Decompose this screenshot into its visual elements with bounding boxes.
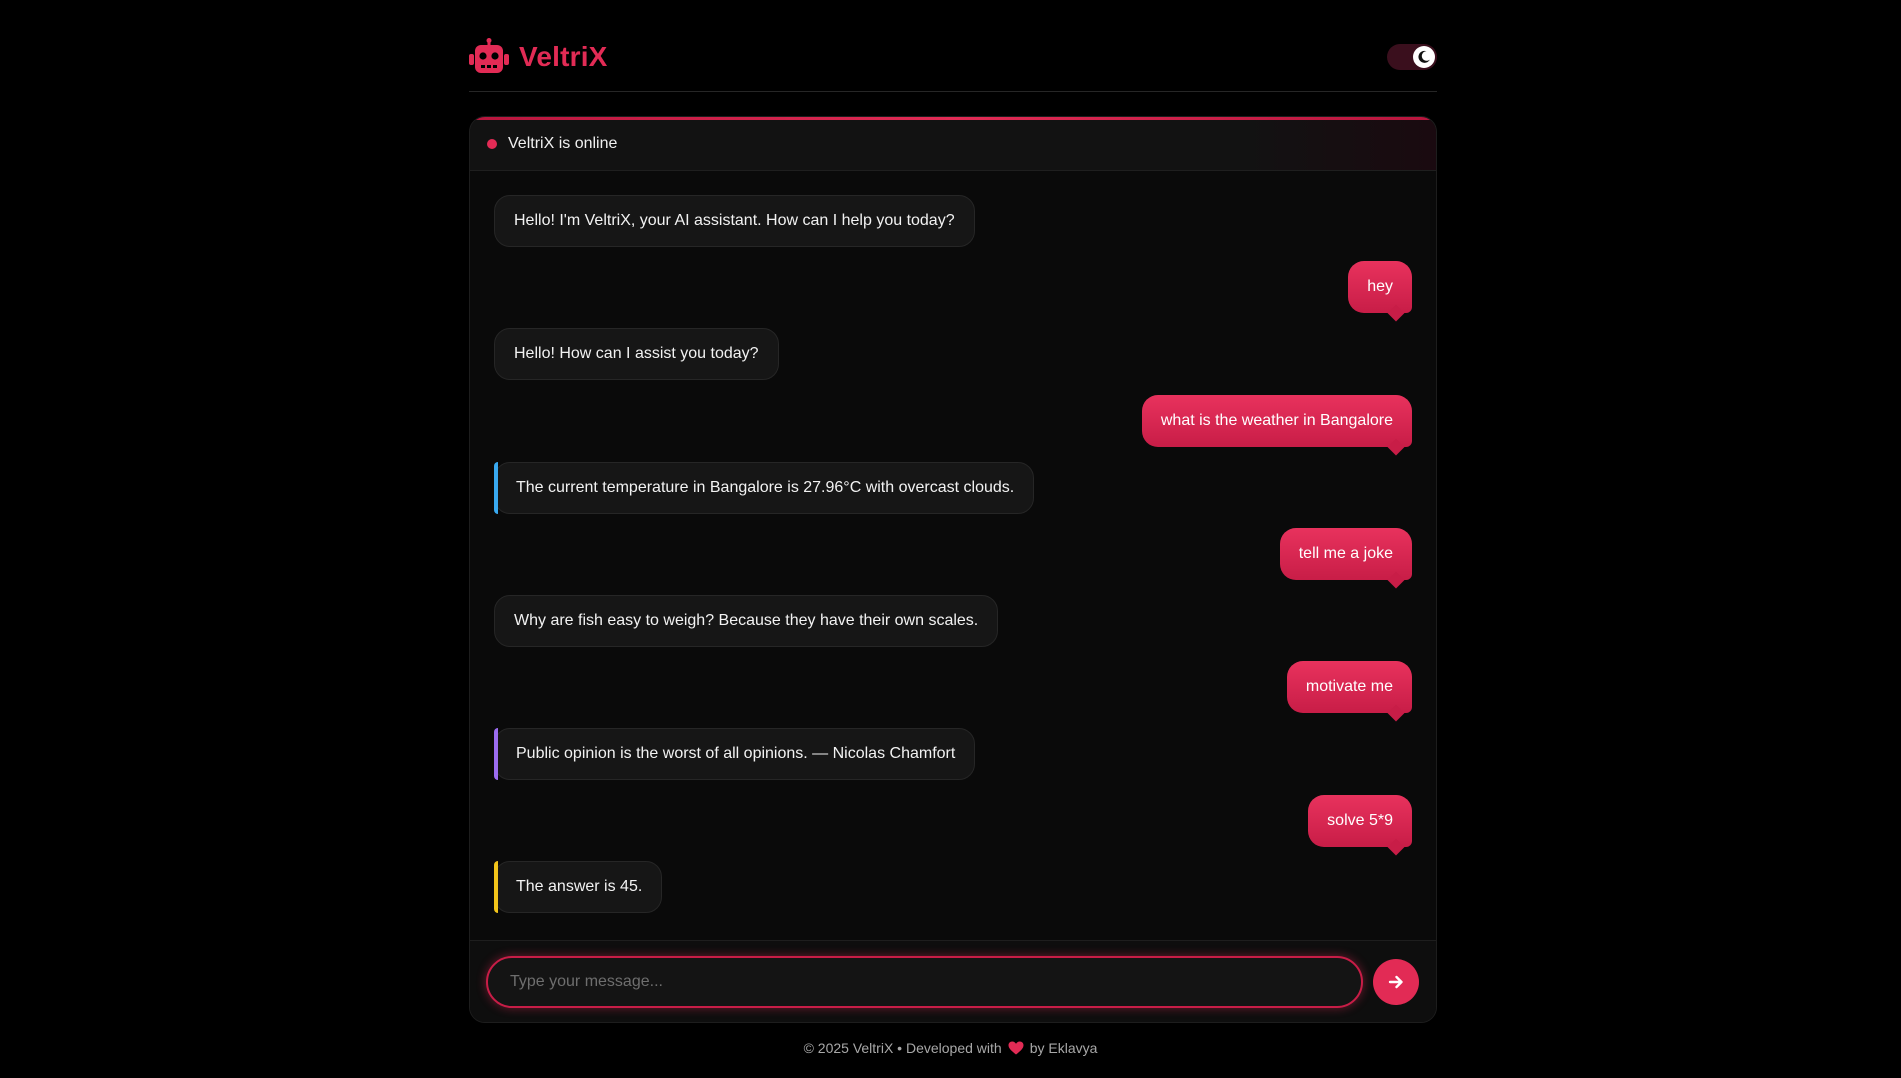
bot-message-quote: Public opinion is the worst of all opini… <box>494 728 976 780</box>
input-area <box>470 940 1436 1022</box>
status-text: VeltriX is online <box>508 134 618 152</box>
bot-message-math: The answer is 45. <box>494 861 663 913</box>
user-message: hey <box>1348 261 1412 313</box>
brand: VeltriX <box>469 37 608 76</box>
status-bar: VeltriX is online <box>470 117 1436 171</box>
toggle-knob <box>1413 45 1435 68</box>
send-button[interactable] <box>1373 959 1419 1005</box>
footer-suffix: by Eklavya <box>1029 1040 1098 1056</box>
bot-message-weather: The current temperature in Bangalore is … <box>494 462 1035 514</box>
message-input[interactable] <box>486 956 1363 1008</box>
robot-icon <box>469 37 509 73</box>
heart-icon <box>1008 1041 1024 1055</box>
theme-toggle[interactable] <box>1387 43 1437 70</box>
moon-icon <box>1418 50 1430 63</box>
chat-container: VeltriX is online Hello! I'm VeltriX, yo… <box>469 116 1437 1023</box>
online-status-dot <box>487 138 497 149</box>
user-message: motivate me <box>1286 661 1412 713</box>
footer: © 2025 VeltriX • Developed with by Eklav… <box>0 1040 1901 1056</box>
bot-message: Why are fish easy to weigh? Because they… <box>494 595 999 647</box>
bot-message: Hello! How can I assist you today? <box>494 328 779 380</box>
message-list[interactable]: Hello! I'm VeltriX, your AI assistant. H… <box>470 171 1436 942</box>
bot-message: Hello! I'm VeltriX, your AI assistant. H… <box>494 195 975 247</box>
user-message: solve 5*9 <box>1308 795 1412 847</box>
brand-name: VeltriX <box>519 40 608 72</box>
user-message: what is the weather in Bangalore <box>1141 395 1412 447</box>
app-header: VeltriX <box>469 30 1437 92</box>
user-message: tell me a joke <box>1279 528 1412 580</box>
footer-prefix: © 2025 VeltriX • Developed with <box>803 1040 1002 1056</box>
arrow-right-icon <box>1388 975 1403 989</box>
